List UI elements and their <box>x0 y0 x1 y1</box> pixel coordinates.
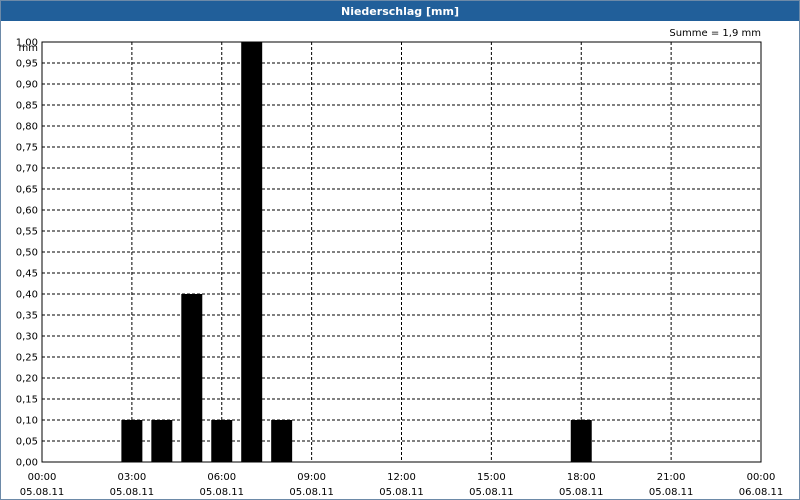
bar <box>570 420 592 462</box>
x-tick-date: 06.08.11 <box>739 487 784 498</box>
y-tick-label: 0,50 <box>16 248 38 259</box>
x-tick-date: 05.08.11 <box>289 487 334 498</box>
x-tick-time: 12:00 <box>387 472 416 483</box>
y-tick-label: 0,25 <box>16 353 38 364</box>
y-tick-label: 0,15 <box>16 395 38 406</box>
bar <box>241 42 263 462</box>
x-tick-date: 05.08.11 <box>110 487 155 498</box>
x-tick-time: 15:00 <box>477 472 506 483</box>
bar <box>181 294 203 462</box>
y-tick-label: 0,55 <box>16 227 38 238</box>
chart-window: Niederschlag [mm] 0,00 0,05 0,10 0,15 0,20 0,… <box>0 0 800 500</box>
x-tick-date: 05.08.11 <box>199 487 244 498</box>
y-tick-label: 0,40 <box>16 290 38 301</box>
precipitation-chart: 0,00 0,05 0,10 0,15 0,20 0,25 0,30 0,35 0,40 0,45… <box>16 28 784 498</box>
x-tick-time: 00:00 <box>28 472 57 483</box>
bar <box>271 420 293 462</box>
x-tick-date: 05.08.11 <box>469 487 514 498</box>
y-tick-label: 0,45 <box>16 269 38 280</box>
x-tick-date: 05.08.11 <box>559 487 604 498</box>
bar <box>151 420 173 462</box>
y-tick-label: 0,85 <box>16 101 38 112</box>
x-tick-date: 05.08.11 <box>649 487 694 498</box>
x-tick-time: 06:00 <box>207 472 236 483</box>
x-tick-time: 21:00 <box>657 472 686 483</box>
y-tick-label: 0,20 <box>16 374 38 385</box>
x-tick-time: 00:00 <box>747 472 776 483</box>
y-tick-label: 0,65 <box>16 185 38 196</box>
bar <box>211 420 233 462</box>
y-tick-label: 0,35 <box>16 311 38 322</box>
y-tick-label: 0,30 <box>16 332 38 343</box>
x-tick-time: 03:00 <box>117 472 146 483</box>
y-tick-label: 0,95 <box>16 59 38 70</box>
x-tick-time: 18:00 <box>567 472 596 483</box>
x-tick-time: 09:00 <box>297 472 326 483</box>
summary-total: Summe = 1,9 mm <box>669 28 761 39</box>
bar <box>121 420 143 462</box>
y-tick-label: 0,60 <box>16 206 38 217</box>
y-tick-label: 0,90 <box>16 80 38 91</box>
x-tick-date: 05.08.11 <box>379 487 424 498</box>
y-tick-label: 0,80 <box>16 122 38 133</box>
y-unit-label: mm <box>19 43 38 54</box>
y-tick-label: 0,10 <box>16 416 38 427</box>
y-tick-label: 0,00 <box>16 458 38 469</box>
x-tick-date: 05.08.11 <box>20 487 65 498</box>
y-tick-label: 0,70 <box>16 164 38 175</box>
y-tick-label: 0,75 <box>16 143 38 154</box>
y-tick-label: 0,05 <box>16 437 38 448</box>
